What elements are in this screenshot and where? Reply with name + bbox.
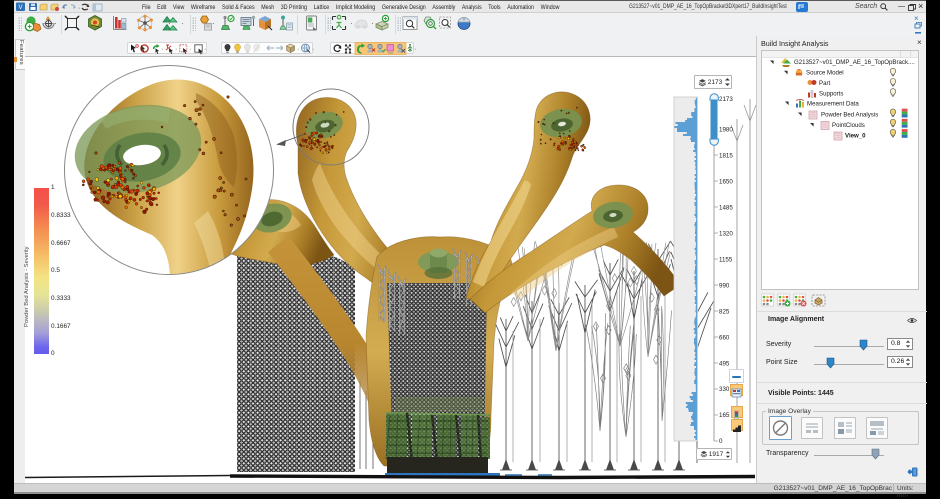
svg-text:1650: 1650 bbox=[719, 178, 733, 185]
svg-text:·: · bbox=[161, 46, 163, 53]
svg-text:1980: 1980 bbox=[719, 126, 733, 133]
svg-text:Supports: Supports bbox=[819, 91, 843, 98]
svg-text:G213527~v01_DMP_AE_16_TopOpBra: G213527~v01_DMP_AE_16_TopOpBrack.... bbox=[794, 59, 915, 66]
svg-text:Part: Part bbox=[819, 80, 830, 87]
svg-text:·: · bbox=[78, 5, 80, 12]
svg-text:·: · bbox=[297, 46, 299, 53]
svg-text:0: 0 bbox=[719, 438, 723, 445]
svg-text:Powder Bed Analysis: Powder Bed Analysis bbox=[821, 112, 878, 119]
svg-text:660: 660 bbox=[719, 334, 730, 341]
svg-text:1320: 1320 bbox=[719, 230, 733, 237]
svg-text:1485: 1485 bbox=[719, 204, 733, 211]
svg-text:825: 825 bbox=[719, 308, 730, 315]
svg-text:·: · bbox=[175, 46, 177, 53]
svg-text:PointClouds: PointClouds bbox=[832, 122, 865, 129]
svg-text:1155: 1155 bbox=[719, 256, 733, 263]
svg-text:·: · bbox=[204, 46, 206, 53]
svg-text:2173: 2173 bbox=[719, 96, 733, 103]
svg-text:·: · bbox=[312, 46, 314, 53]
svg-text:·: · bbox=[371, 19, 374, 28]
svg-text:·: · bbox=[54, 19, 57, 28]
svg-text:×: × bbox=[914, 14, 919, 23]
svg-text:495: 495 bbox=[719, 360, 730, 367]
svg-text:V: V bbox=[18, 5, 22, 11]
svg-text:Measurement Data: Measurement Data bbox=[807, 101, 859, 108]
svg-text:·: · bbox=[189, 46, 191, 53]
svg-text:165: 165 bbox=[719, 412, 730, 419]
svg-text:1815: 1815 bbox=[719, 152, 733, 159]
svg-text:·: · bbox=[181, 19, 184, 28]
svg-text:View_0: View_0 bbox=[845, 133, 866, 140]
svg-text:·: · bbox=[212, 19, 215, 28]
svg-text:·: · bbox=[350, 19, 353, 28]
svg-text:·: · bbox=[414, 46, 416, 53]
svg-text:Source Model: Source Model bbox=[806, 70, 844, 77]
svg-text:330: 330 bbox=[719, 386, 730, 393]
svg-text:990: 990 bbox=[719, 282, 730, 289]
